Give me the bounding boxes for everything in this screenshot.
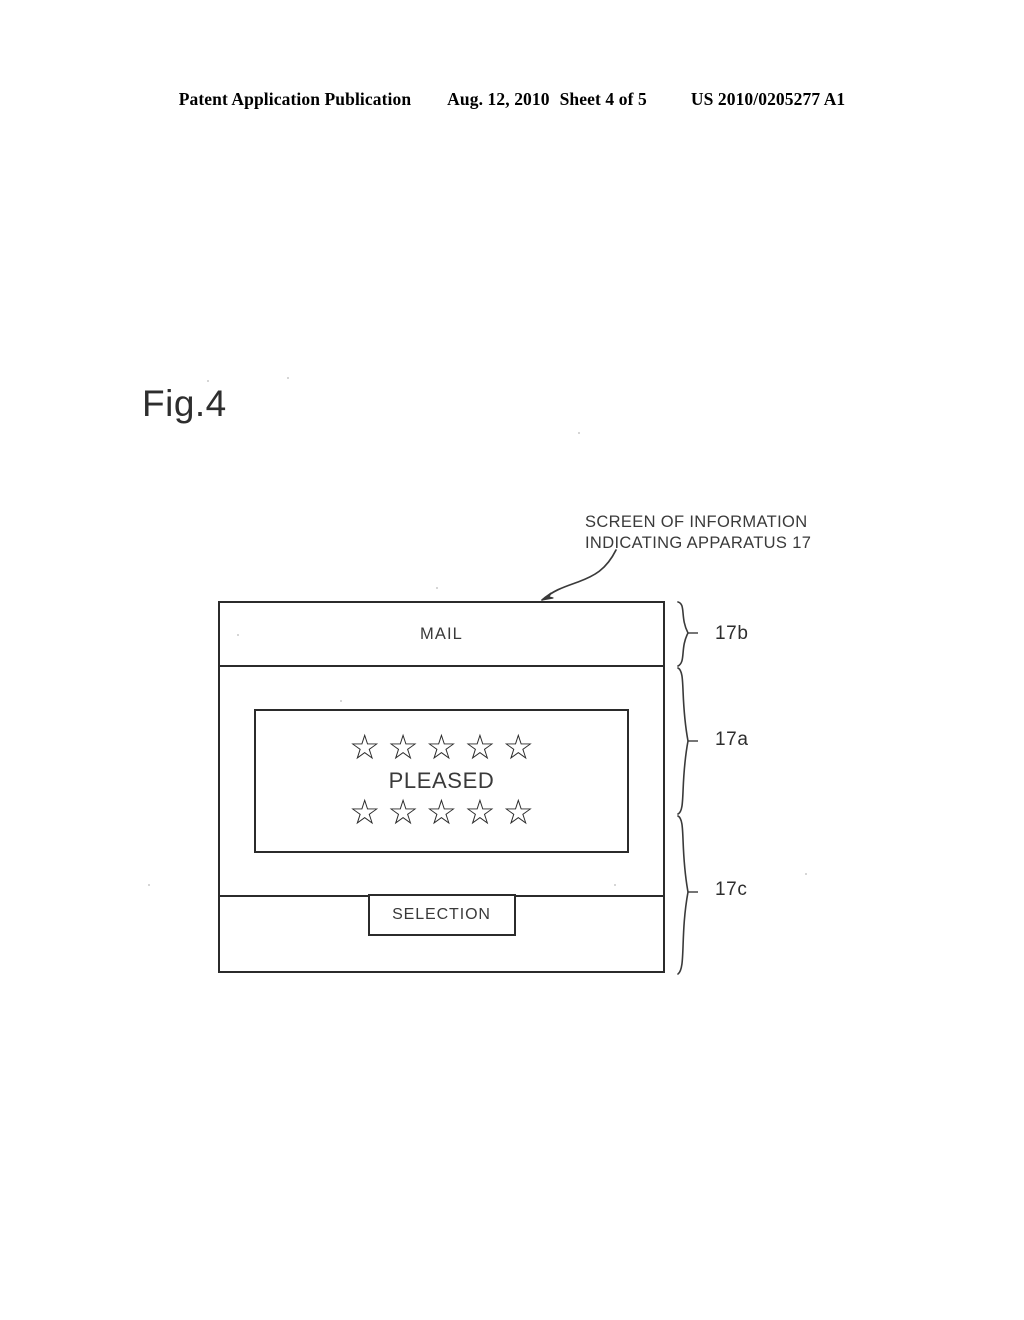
star-icon: ☆: [425, 793, 458, 833]
header-sheet: Sheet 4 of 5: [559, 89, 647, 109]
reference-brackets: [677, 601, 698, 975]
star-rating-row-bottom: ☆ ☆ ☆ ☆ ☆: [349, 796, 534, 831]
header-patent-number: US 2010/0205277 A1: [690, 89, 846, 109]
star-icon: ☆: [502, 793, 534, 833]
selection-button[interactable]: SELECTION: [367, 894, 516, 936]
star-icon: ☆: [502, 728, 534, 768]
message-text: PLEASED: [388, 768, 495, 793]
bracket-label-17c: 17c: [715, 879, 748, 900]
header-publication: Patent Application Publication: [178, 89, 412, 109]
star-icon: ☆: [425, 728, 458, 768]
bracket-label-17b: 17b: [715, 623, 749, 644]
star-icon: ☆: [464, 728, 496, 768]
header-date: Aug. 12, 2010: [447, 89, 550, 109]
scan-speck: [287, 377, 289, 379]
star-icon: ☆: [349, 793, 381, 833]
scan-speck: [436, 587, 438, 589]
figure-label: Fig.4: [142, 383, 227, 424]
scan-speck: [578, 432, 580, 434]
page-header: Patent Application Publication Aug. 12, 2…: [0, 89, 1024, 110]
scan-speck: [148, 884, 150, 886]
star-icon: ☆: [387, 728, 419, 768]
star-icon: ☆: [349, 728, 381, 768]
screen-operation-region: SELECTION: [220, 894, 663, 971]
star-icon: ☆: [464, 793, 496, 833]
screen-title-label: MAIL: [420, 624, 463, 643]
scan-speck: [340, 700, 342, 702]
bracket-label-17a: 17a: [715, 729, 749, 750]
callout-leader-line: [541, 549, 617, 601]
screen-title-bar: MAIL: [220, 603, 663, 667]
screen-display-region: ☆ ☆ ☆ ☆ ☆ PLEASED ☆ ☆ ☆ ☆ ☆: [220, 667, 663, 897]
star-rating-row-top: ☆ ☆ ☆ ☆ ☆: [349, 731, 534, 766]
information-indicating-apparatus-screen: MAIL ☆ ☆ ☆ ☆ ☆ PLEASED ☆ ☆ ☆ ☆ ☆ SELECTI…: [218, 601, 665, 973]
callout-line-1: SCREEN OF INFORMATION: [585, 513, 808, 531]
scan-speck: [237, 634, 239, 636]
scan-speck: [207, 380, 209, 382]
message-panel: ☆ ☆ ☆ ☆ ☆ PLEASED ☆ ☆ ☆ ☆ ☆: [254, 709, 629, 853]
scan-speck: [614, 884, 616, 886]
star-icon: ☆: [387, 793, 419, 833]
scan-speck: [805, 873, 807, 875]
